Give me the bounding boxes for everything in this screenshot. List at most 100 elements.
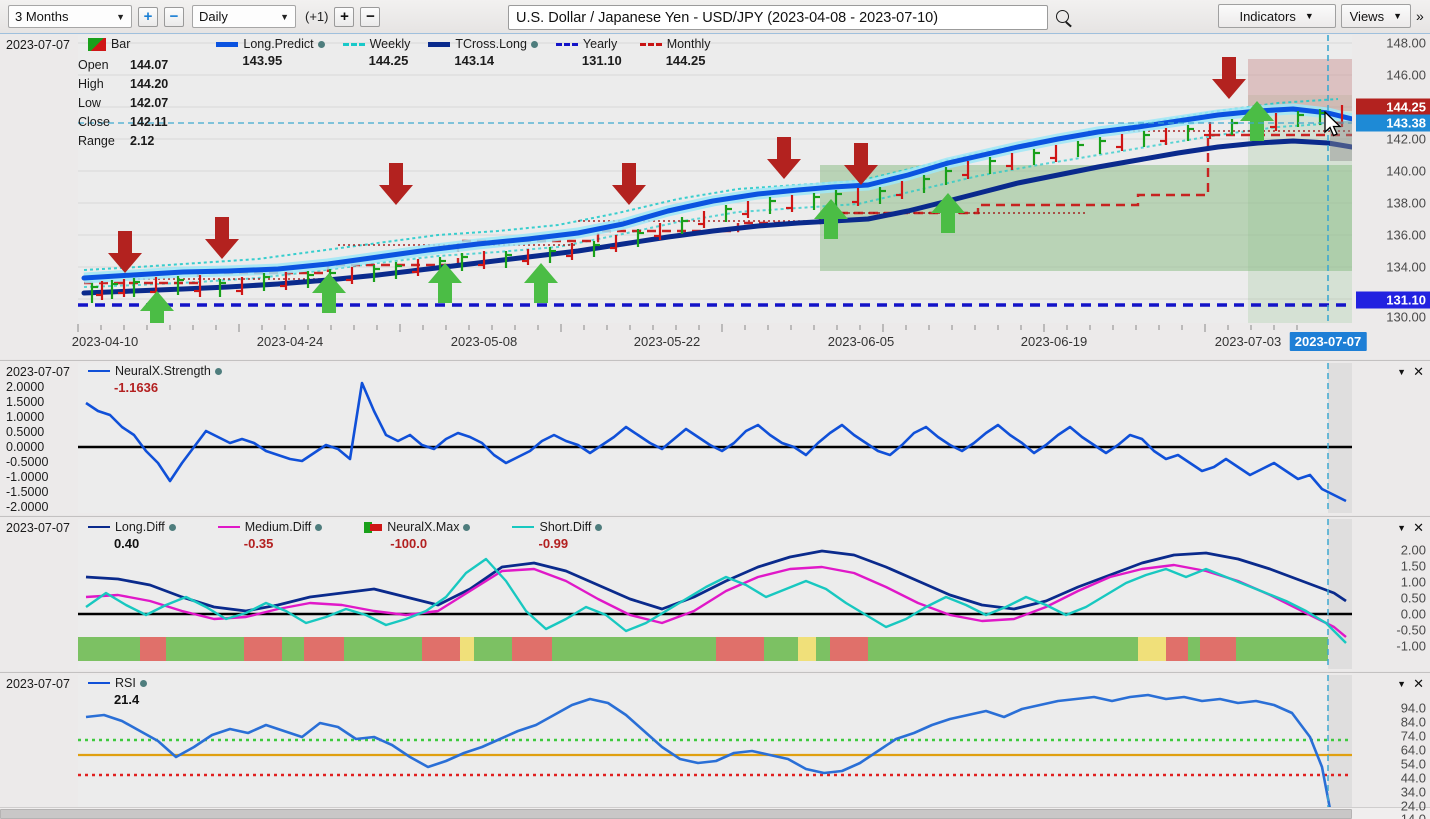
ohlc-label: Open: [78, 56, 130, 75]
price-badge-current: 143.38: [1356, 115, 1430, 132]
y-tick-label: 148.00: [1386, 36, 1426, 51]
y-tick-label: 142.00: [1386, 132, 1426, 147]
y-tick-label: 44.0: [1401, 771, 1426, 786]
symbol-search: [508, 5, 1073, 30]
x-tick-marks: [0, 323, 1430, 333]
toolbar-overflow-button[interactable]: »: [1416, 8, 1426, 24]
views-label: Views: [1350, 9, 1384, 24]
neuralx-state-bar: [78, 637, 1328, 661]
diff-plot-area[interactable]: [78, 519, 1352, 669]
y-tick-label: -1.0000: [6, 470, 48, 484]
ohlc-row: Open144.07: [78, 56, 168, 75]
views-dropdown[interactable]: Views ▼: [1341, 4, 1411, 28]
x-tick-label: 2023-04-10: [72, 334, 139, 349]
ohlc-row: Low142.07: [78, 94, 168, 113]
y-tick-label: 94.0: [1401, 701, 1426, 716]
period-increase-button[interactable]: +: [138, 7, 158, 27]
y-tick-label: 74.0: [1401, 729, 1426, 744]
x-tick-label: 2023-06-05: [828, 334, 895, 349]
close-icon[interactable]: ✕: [1413, 676, 1424, 692]
y-tick-label: 2.00: [1401, 543, 1426, 558]
y-tick-label: 144.00: [1386, 100, 1426, 115]
rsi-chart-svg: [78, 675, 1352, 819]
close-icon[interactable]: ✕: [1413, 520, 1424, 536]
y-tick-label: 34.0: [1401, 785, 1426, 800]
period-select-value: 3 Months: [15, 9, 68, 24]
y-tick-label: 1.00: [1401, 575, 1426, 590]
strength-legend-date: 2023-07-07: [0, 364, 76, 379]
diff-y-axis: 2.00 1.50 1.00 0.50 0.00 -0.50 -1.00: [1352, 517, 1430, 669]
horizontal-scrollbar[interactable]: [0, 807, 1430, 819]
price-panel: 2023-07-07 Bar Long.Predict 143.95 W: [0, 34, 1430, 359]
ohlc-value: 142.07: [130, 94, 168, 113]
y-tick-label: 1.50: [1401, 559, 1426, 574]
price-badge-yearly: 131.10: [1356, 292, 1430, 309]
strength-plot-area[interactable]: [78, 363, 1352, 513]
price-plot-area[interactable]: [78, 35, 1352, 323]
y-tick-label: 140.00: [1386, 164, 1426, 179]
x-tick-label: 2023-07-03: [1215, 334, 1282, 349]
ohlc-value: 144.20: [130, 75, 168, 94]
collapse-icon[interactable]: ▼: [1397, 679, 1406, 689]
price-chart-svg: [78, 35, 1352, 323]
y-tick-label: -0.5000: [6, 455, 48, 469]
interval-select[interactable]: Daily ▼: [192, 5, 296, 28]
strength-chart-svg: [78, 363, 1352, 513]
y-tick-label: 1.5000: [6, 395, 44, 409]
offset-increase-button[interactable]: +: [334, 7, 354, 27]
diff-panel-controls: ▼ ✕: [1390, 520, 1424, 536]
search-input[interactable]: [508, 5, 1048, 30]
chevron-down-icon: ▼: [106, 12, 125, 22]
diff-panel: ▼ ✕ 2023-07-07 Long.Diff 0.40 Medium.Dif…: [0, 516, 1430, 671]
collapse-icon[interactable]: ▼: [1397, 523, 1406, 533]
ohlc-value: 142.11: [130, 113, 168, 132]
price-badge-monthly: 144.25: [1356, 99, 1430, 116]
neuralx-strength-panel: ▼ ✕ 2023-07-07 NeuralX.Strength -1.1636 …: [0, 360, 1430, 515]
rsi-plot-area[interactable]: [78, 675, 1352, 819]
y-tick-label: -2.0000: [6, 500, 48, 514]
y-tick-label: 54.0: [1401, 757, 1426, 772]
close-icon[interactable]: ✕: [1413, 364, 1424, 380]
strength-y-axis: 2.0000 1.5000 1.0000 0.5000 0.0000 -0.50…: [2, 361, 74, 511]
y-tick-label: 146.00: [1386, 68, 1426, 83]
offset-decrease-button[interactable]: −: [360, 7, 380, 27]
y-tick-label: 0.50: [1401, 591, 1426, 606]
rsi-legend-date: 2023-07-07: [0, 676, 76, 691]
main-toolbar: 3 Months ▼ + − Daily ▼ (+1) + − Indicato…: [0, 0, 1430, 34]
scrollbar-thumb[interactable]: [0, 809, 1352, 819]
ohlc-value: 2.12: [130, 132, 154, 151]
ohlc-row: Range2.12: [78, 132, 168, 151]
x-tick-label: 2023-05-22: [634, 334, 701, 349]
chevron-down-icon: ▼: [1393, 11, 1402, 21]
ohlc-row: High144.20: [78, 75, 168, 94]
period-decrease-button[interactable]: −: [164, 7, 184, 27]
chevron-down-icon: ▼: [270, 12, 289, 22]
price-legend-date: 2023-07-07: [0, 37, 76, 52]
y-tick-label: 1.0000: [6, 410, 44, 424]
y-tick-label: 138.00: [1386, 196, 1426, 211]
interval-select-value: Daily: [199, 9, 228, 24]
ohlc-row: Close142.11: [78, 113, 168, 132]
rsi-y-axis: 94.0 84.0 74.0 64.0 54.0 44.0 34.0 24.0 …: [1352, 673, 1430, 819]
price-x-axis: 2023-04-10 2023-04-24 2023-05-08 2023-05…: [0, 323, 1430, 359]
search-icon[interactable]: [1055, 9, 1073, 27]
indicators-dropdown[interactable]: Indicators ▼: [1218, 4, 1336, 28]
x-current-date-badge: 2023-07-07: [1290, 332, 1367, 351]
chevron-down-icon: ▼: [1305, 11, 1314, 21]
y-tick-label: 0.00: [1401, 607, 1426, 622]
y-tick-label: 84.0: [1401, 715, 1426, 730]
period-select[interactable]: 3 Months ▼: [8, 5, 132, 28]
ohlc-value: 144.07: [130, 56, 168, 75]
y-tick-label: 2.0000: [6, 380, 44, 394]
x-tick-label: 2023-04-24: [257, 334, 324, 349]
y-tick-label: 64.0: [1401, 743, 1426, 758]
ohlc-label: Low: [78, 94, 130, 113]
price-y-axis: 148.00 146.00 144.00 142.00 140.00 138.0…: [1352, 34, 1430, 324]
ohlc-label: Close: [78, 113, 130, 132]
diff-chart-svg: [78, 519, 1352, 669]
y-tick-label: -1.00: [1396, 639, 1426, 654]
y-tick-label: -1.5000: [6, 485, 48, 499]
y-tick-label: 0.0000: [6, 440, 44, 454]
collapse-icon[interactable]: ▼: [1397, 367, 1406, 377]
rsi-panel: ▼ ✕ 2023-07-07 RSI 21.4 94.0 84.0 74.0 6…: [0, 672, 1430, 819]
